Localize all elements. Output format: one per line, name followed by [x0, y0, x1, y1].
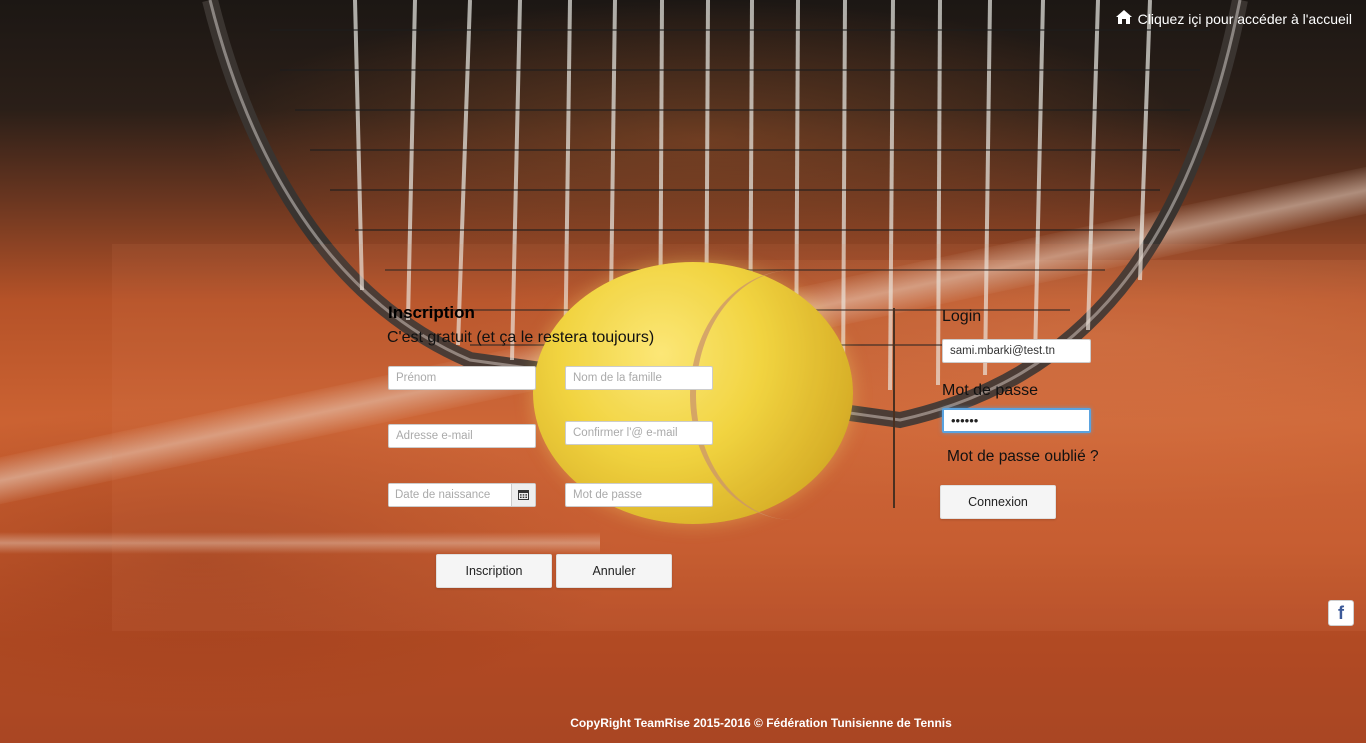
- signup-button[interactable]: Inscription: [436, 554, 552, 588]
- birthdate-field: [388, 483, 536, 507]
- home-link-label: Cliquez içi pour accéder à l'accueil: [1137, 10, 1352, 27]
- inscription-title: Inscription: [388, 303, 475, 322]
- calendar-icon[interactable]: [511, 484, 535, 506]
- form-divider: [893, 308, 895, 508]
- login-label: Login: [942, 308, 982, 325]
- password-label: Mot de passe: [942, 382, 1039, 399]
- birthdate-input[interactable]: [389, 484, 511, 506]
- footer-copyright: CopyRight TeamRise 2015-2016 © Fédératio…: [570, 716, 952, 730]
- login-button[interactable]: Connexion: [940, 485, 1056, 519]
- last-name-input[interactable]: [565, 366, 713, 390]
- facebook-icon: f: [1338, 602, 1344, 623]
- form-panel: [112, 244, 1366, 631]
- home-icon: [1115, 9, 1133, 28]
- login-email-input[interactable]: [942, 339, 1091, 363]
- first-name-input[interactable]: [388, 366, 536, 390]
- signup-password-input[interactable]: [565, 483, 713, 507]
- facebook-button[interactable]: f: [1328, 600, 1354, 626]
- email-input[interactable]: [388, 424, 536, 448]
- forgot-password-link[interactable]: Mot de passe oublié ?: [947, 448, 1099, 466]
- home-link[interactable]: Cliquez içi pour accéder à l'accueil: [1115, 9, 1352, 28]
- cancel-button[interactable]: Annuler: [556, 554, 672, 588]
- login-password-input[interactable]: ••••••: [942, 408, 1091, 433]
- confirm-email-input[interactable]: [565, 421, 713, 445]
- inscription-subtitle: C'est gratuit (et ça le restera toujours…: [387, 329, 655, 346]
